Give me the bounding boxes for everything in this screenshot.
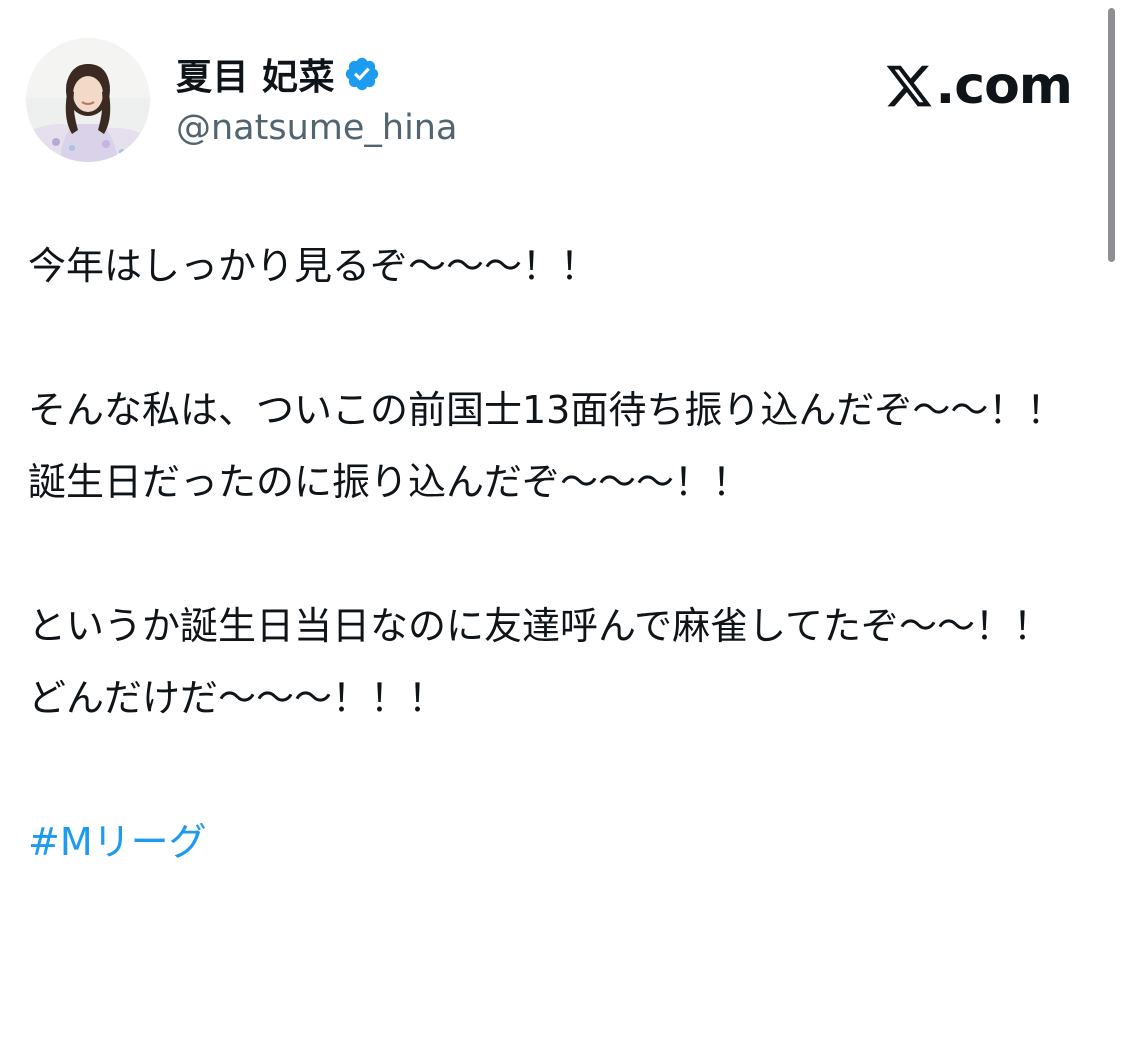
tweet-line: 今年はしっかり見るぞ〜〜〜！！ xyxy=(28,244,599,288)
tweet-line: 誕生日だったのに振り込んだぞ〜〜〜！！ xyxy=(28,460,751,504)
brand-text: .com xyxy=(935,56,1073,116)
hashtag-line: #Mリーグ xyxy=(28,806,1068,878)
profile-photo-icon xyxy=(26,38,150,162)
display-name[interactable]: 夏目 妃菜 xyxy=(176,48,335,100)
tweet-text: 今年はしっかり見るぞ〜〜〜！！ そんな私は、ついこの前国士13面待ち振り込んだぞ… xyxy=(28,230,1068,878)
tweet-header: 夏目 妃菜 @natsume_hina .com xyxy=(26,38,1086,162)
x-logo-icon xyxy=(884,61,934,111)
x-brand-link[interactable]: .com xyxy=(884,56,1073,116)
tweet-line: というか誕生日当日なのに友達呼んで麻雀してたぞ〜〜！！ xyxy=(28,604,1051,648)
author-info: 夏目 妃菜 @natsume_hina xyxy=(176,50,457,148)
name-row: 夏目 妃菜 xyxy=(176,50,457,98)
user-handle[interactable]: @natsume_hina xyxy=(176,108,457,148)
tweet-line: そんな私は、ついこの前国士13面待ち振り込んだぞ〜〜！！ xyxy=(28,388,1065,432)
scrollbar[interactable] xyxy=(1108,8,1115,262)
hashtag-link[interactable]: #Mリーグ xyxy=(28,820,207,864)
tweet-line: どんだけだ〜〜〜！！！ xyxy=(28,676,447,720)
avatar[interactable] xyxy=(26,38,150,162)
verified-badge-icon xyxy=(343,55,381,93)
